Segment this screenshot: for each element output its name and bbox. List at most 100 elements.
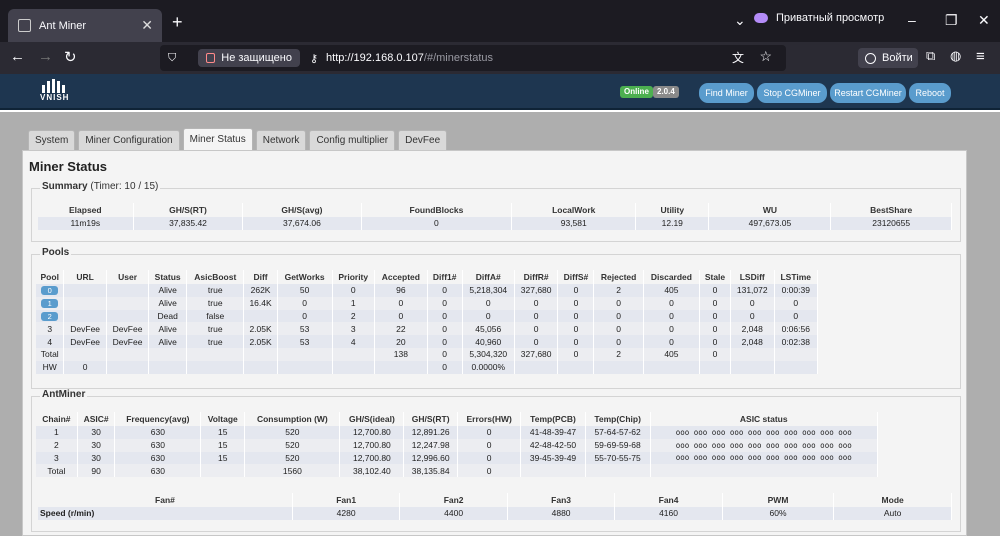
table-cell: 1 (36, 296, 65, 310)
app-header: VNISH Online 2.0.4 Find Miner Stop CGMin… (0, 74, 1000, 110)
chains-table: Chain# ASIC# Frequency(avg) Voltage Consumpt… (36, 412, 878, 478)
restart-cgminer-button[interactable]: Restart CGMiner (830, 83, 906, 103)
table-cell (520, 464, 586, 478)
table-cell: 0 (427, 347, 463, 361)
table-cell: 630 (114, 464, 202, 478)
tab-network[interactable]: Network (255, 130, 307, 150)
close-tab-icon[interactable]: ✕ (141, 17, 153, 34)
tab-config-multiplier[interactable]: Config multiplier (309, 130, 396, 150)
back-icon[interactable]: ← (10, 48, 25, 65)
tab-devfee[interactable]: DevFee (398, 130, 448, 150)
table-cell: 0 (462, 309, 515, 323)
table-cell: 38,135.84 (403, 464, 459, 478)
table-cell: 2 (36, 438, 78, 452)
summary-timer: (Timer: 10 / 15) (90, 181, 159, 192)
table-cell: true (186, 296, 245, 310)
table-cell (593, 360, 644, 374)
tab-system[interactable]: System (28, 130, 76, 150)
table-cell: 0 (457, 426, 522, 439)
column-header: Diff1# (427, 270, 463, 284)
table-cell: 2.05K (243, 335, 278, 348)
fans-table: Fan# Fan1 Fan2 Fan3 Fan4 PWM Mode Speed (r/min)… (38, 493, 952, 520)
antminer-title: AntMiner (40, 389, 88, 400)
table-cell: 0 (699, 322, 731, 336)
account-label: Войти (882, 52, 913, 64)
menu-icon[interactable]: ≡ (976, 48, 985, 65)
table-row: 1 Alive true 16.4K 0 1 0 0 0 0 0 0 0 0 0 0 (36, 296, 819, 310)
column-header: Diff (243, 270, 278, 284)
minimize-icon[interactable]: – (908, 12, 916, 28)
table-cell: 5,218,304 (462, 284, 515, 297)
table-cell (63, 296, 107, 310)
table-row: Speed (r/min) 4280 4400 4880 4160 60% Auto (38, 507, 952, 520)
table-cell (699, 360, 731, 374)
shield-icon[interactable]: ⛉ (168, 52, 176, 65)
maximize-icon[interactable]: ❐ (945, 12, 958, 29)
reboot-button[interactable]: Reboot (909, 83, 951, 103)
column-header: PWM (722, 493, 835, 507)
table-cell: 630 (114, 426, 202, 439)
forward-icon[interactable]: → (38, 48, 53, 65)
browser-tab[interactable]: Ant Miner ✕ (8, 9, 162, 42)
column-header: DiffA# (462, 270, 515, 284)
summary-title: Summary (Timer: 10 / 15) (40, 181, 161, 192)
table-cell: 0 (277, 296, 333, 310)
table-cell (730, 347, 775, 361)
table-cell (148, 360, 188, 374)
table-cell: 0 (643, 296, 701, 310)
table-cell: 0 (514, 322, 559, 336)
new-tab-icon[interactable]: + (172, 12, 183, 33)
table-cell: 2.05K (243, 322, 278, 336)
column-header: FoundBlocks (361, 203, 513, 217)
table-cell: 0 (699, 335, 731, 348)
address-bar[interactable]: ⛉ Не защищено ⚷ http://192.168.0.107 /#/… (160, 45, 786, 71)
bookmark-star-icon[interactable]: ☆ (759, 48, 772, 65)
header-row: Pool URL User Status AsicBoost Diff GetWorks Pr… (36, 270, 819, 284)
table-cell: 4400 (399, 507, 508, 520)
stop-cgminer-button[interactable]: Stop CGMiner (757, 83, 827, 103)
table-cell: Dead (148, 309, 188, 323)
column-header: Status (148, 270, 188, 284)
table-cell (200, 464, 246, 478)
table-cell: 2 (36, 309, 65, 323)
table-cell: 630 (114, 438, 202, 452)
close-window-icon[interactable]: ✕ (978, 12, 990, 29)
table-cell: 0 (462, 296, 515, 310)
table-cell: 90 (77, 464, 116, 478)
table-cell: DevFee (63, 335, 107, 348)
table-cell (243, 360, 278, 374)
table-cell (277, 360, 333, 374)
table-cell: 1 (332, 296, 375, 310)
table-cell: 520 (244, 451, 341, 465)
find-miner-button[interactable]: Find Miner (699, 83, 754, 103)
table-cell: 0 (427, 335, 463, 348)
table-cell: 131,072 (730, 284, 775, 297)
extensions-icon[interactable]: ⧉ (926, 48, 935, 64)
column-header: ASIC status (650, 412, 878, 426)
security-indicator[interactable]: Не защищено (198, 49, 300, 67)
permissions-key-icon[interactable]: ⚷ (310, 52, 318, 65)
security-label: Не защищено (221, 52, 292, 64)
reload-icon[interactable]: ↻ (64, 48, 77, 66)
table-cell (650, 464, 878, 478)
account-button[interactable]: Войти (858, 48, 918, 68)
table-cell: 0 (427, 296, 463, 310)
table-cell (774, 347, 819, 361)
table-cell: 630 (114, 451, 202, 465)
table-cell (106, 360, 150, 374)
private-browsing-indicator: Приватный просмотр (742, 12, 884, 24)
table-cell (186, 347, 245, 361)
tab-miner-status[interactable]: Miner Status (182, 128, 253, 150)
table-cell: 0 (514, 296, 559, 310)
table-cell: 0 (557, 322, 595, 336)
table-cell: 0:00:39 (774, 284, 819, 297)
globe-menu-icon[interactable]: ◍ (950, 48, 961, 64)
table-cell: 4880 (507, 507, 616, 520)
url-path: /#/minerstatus (423, 52, 493, 64)
translate-icon[interactable]: 文 (732, 49, 744, 66)
column-header: GH/S(avg) (242, 203, 362, 217)
table-cell: 0 (699, 347, 731, 361)
tab-miner-configuration[interactable]: Miner Configuration (78, 130, 180, 150)
table-cell: ooo ooo ooo ooo ooo ooo ooo ooo ooo ooo (650, 426, 878, 439)
table-cell: 0 (427, 309, 463, 323)
